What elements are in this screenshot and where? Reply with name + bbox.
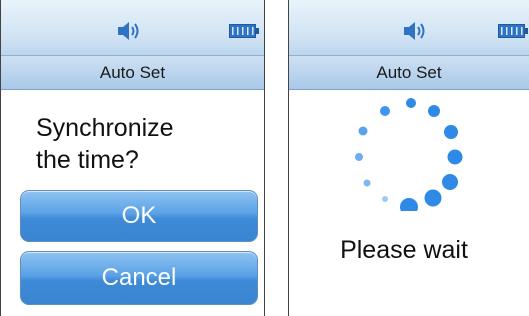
spinner-dot [358,126,368,136]
spinner-dot [382,196,388,202]
speaker-icon [118,22,139,40]
screen-title: Auto Set [1,55,264,90]
spinner-dot [406,98,416,108]
cancel-button[interactable]: Cancel [20,251,258,305]
speaker-icon [404,22,425,40]
battery-icon [229,24,259,38]
spinner-dot [447,149,463,165]
question-line-2: the time? [36,146,139,174]
spinner-dot [400,198,418,211]
status-bar [1,0,264,55]
spinner-dot [442,174,458,190]
please-wait-label: Please wait [340,236,468,264]
spinner-dot [424,189,442,207]
sync-question: Synchronize the time? [36,112,174,176]
battery-icon [498,24,528,38]
spinner-dot [363,179,371,187]
screen-sync-confirm: Auto Set Synchronize the time? OK Cancel [0,0,265,316]
loading-spinner-icon [355,98,463,211]
spinner-dot [380,106,390,116]
spinner-dot [355,153,363,161]
screen-please-wait: Auto Set Please wait [288,0,529,316]
ok-button[interactable]: OK [20,190,258,242]
spinner-dot [428,105,440,117]
status-bar [289,0,529,55]
spinner-dot [444,125,458,139]
question-line-1: Synchronize [36,114,174,142]
screen-title: Auto Set [289,55,529,90]
